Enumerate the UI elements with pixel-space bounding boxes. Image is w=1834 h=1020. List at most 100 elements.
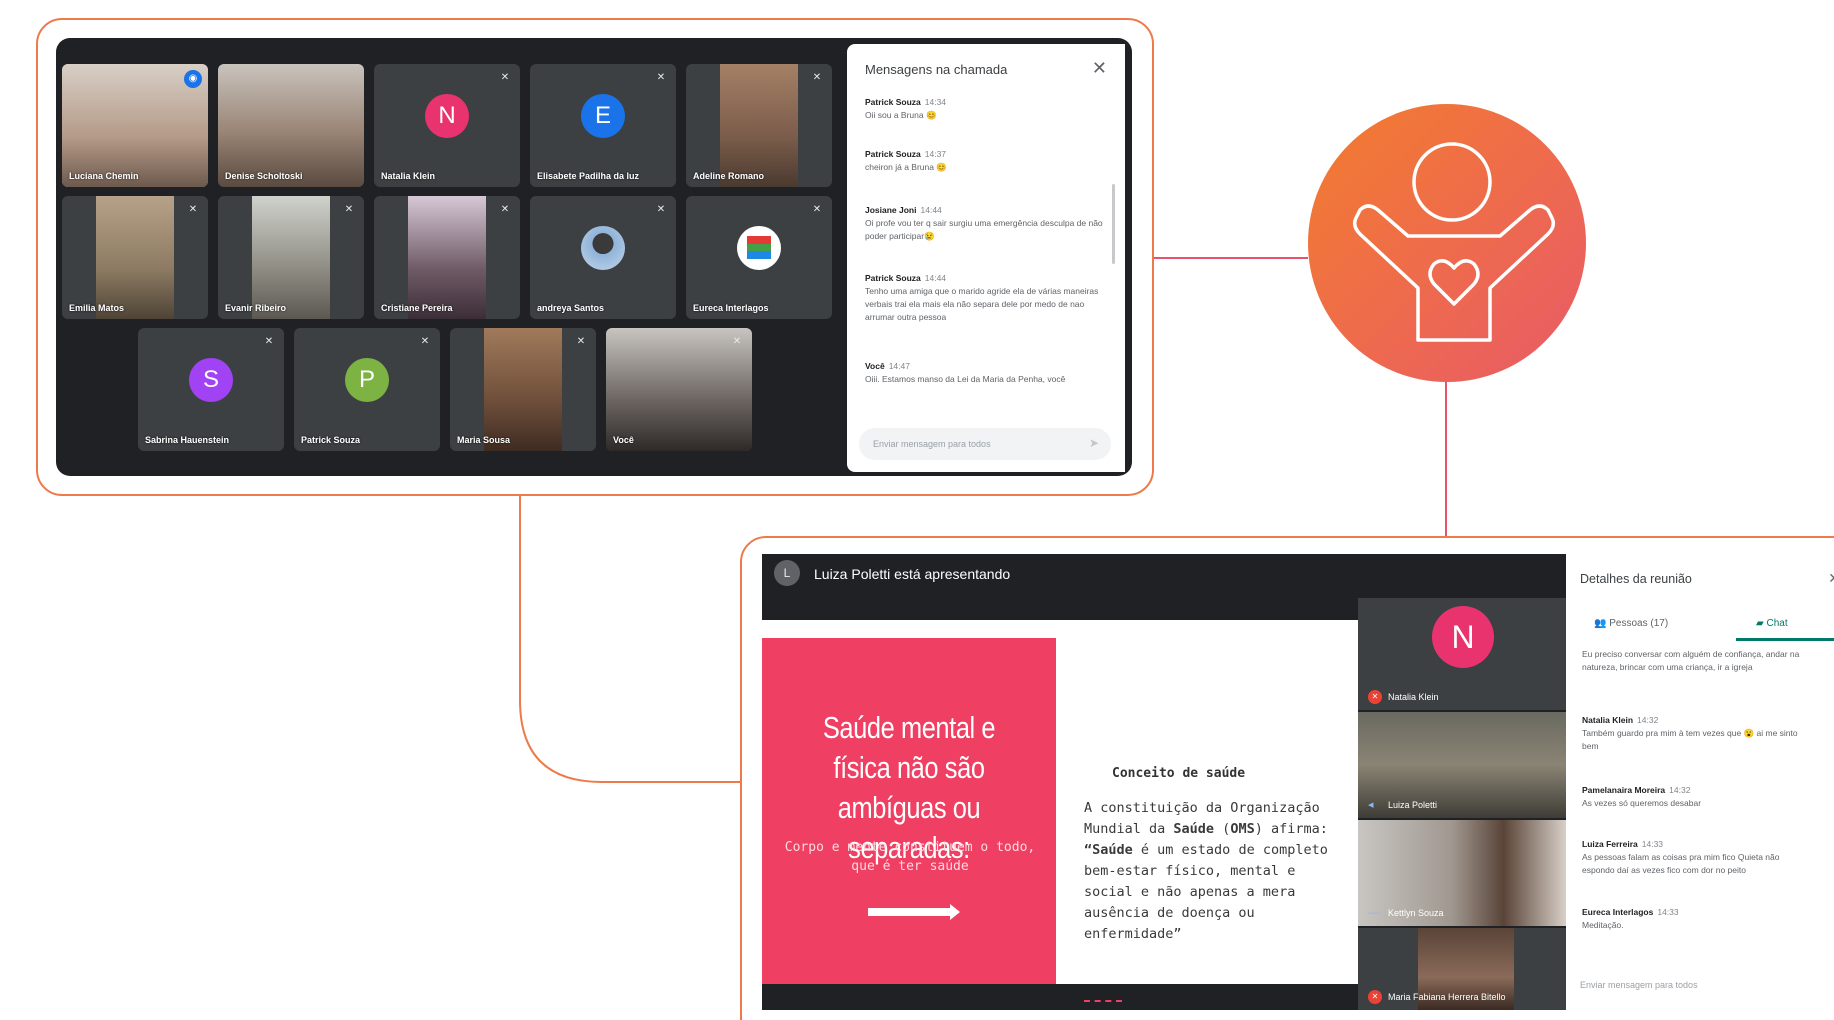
participant-name: Kettlyn Souza	[1388, 908, 1444, 918]
video-feed	[96, 196, 174, 319]
arrow-icon	[868, 904, 960, 920]
close-icon[interactable]: ✕	[1092, 58, 1107, 79]
video-feed	[720, 64, 798, 187]
message-text: As vezes só queremos desabar	[1582, 798, 1702, 808]
chat-message: Patrick Souza 14:44 Tenho uma amiga que o…	[865, 272, 1111, 324]
shared-slide: Saúde mental e física não são ambíguas o…	[762, 620, 1358, 1002]
participant-tile[interactable]: ✕ andreya Santos	[530, 196, 676, 319]
tab-people[interactable]: 👥 Pessoas (17)	[1594, 618, 1668, 629]
body-bold: Saúde	[1173, 821, 1215, 837]
tab-chat[interactable]: ▰ Chat	[1756, 618, 1788, 629]
participant-name: Você	[613, 435, 634, 445]
message-time: 14:32	[1669, 785, 1691, 795]
logo-avatar	[737, 225, 781, 270]
participant-tile[interactable]: ◂ Luiza Poletti	[1358, 712, 1566, 818]
speaking-icon: ◉	[184, 70, 202, 88]
message-text: Tenho uma amiga que o marido agride ela …	[865, 286, 1099, 322]
mic-off-icon: ✕	[656, 204, 666, 215]
participant-name: Sabrina Hauenstein	[145, 435, 230, 445]
participant-tile[interactable]: ✕ Cristiane Pereira	[374, 196, 520, 319]
participant-tile[interactable]: ✕ Maria Sousa	[450, 328, 596, 451]
close-icon[interactable]: ✕	[1828, 570, 1834, 587]
participant-name: Adeline Romano	[693, 171, 765, 181]
message-time: 14:33	[1641, 839, 1664, 849]
slide-heading: Conceito de saúde	[1112, 766, 1246, 781]
in-call-chat-panel: Mensagens na chamada ✕ Patrick Souza 14:3…	[847, 44, 1125, 472]
child-heart-logo	[1308, 104, 1586, 382]
canvas: ◉ Luciana Chemin Denise Scholtoski N ✕ N…	[0, 0, 1834, 1020]
active-tab-indicator	[1736, 638, 1834, 641]
chat-message: Você 14:47 Oiii. Estamos manso da Lei da …	[865, 360, 1111, 386]
slide-divider	[1084, 1000, 1122, 1002]
message-time: 14:37	[924, 149, 947, 159]
message-sender: Eureca Interlagos	[1582, 907, 1654, 917]
participant-tile[interactable]: ◉ Luciana Chemin	[62, 64, 208, 187]
message-time: 14:33	[1657, 907, 1679, 917]
participant-tile[interactable]: ✕ Você	[606, 328, 752, 451]
slide-pink-panel: Saúde mental e física não são ambíguas o…	[762, 638, 1056, 984]
participant-tile[interactable]: Denise Scholtoski	[218, 64, 364, 187]
participant-name: andreya Santos	[537, 303, 605, 313]
tab-label: Chat	[1766, 618, 1788, 629]
message-text: Oii sou a Bruna 😊	[865, 110, 937, 120]
participant-name: Elisabete Padilha da luz	[537, 171, 640, 181]
video-feed	[218, 64, 364, 187]
speaking-icon: ◂	[1368, 799, 1374, 811]
participant-tile[interactable]: ✕ Emilia Matos	[62, 196, 208, 319]
message-text: Oiii. Estamos manso da Lei da Maria da P…	[865, 374, 1066, 384]
mic-off-icon: ✕	[656, 72, 666, 83]
details-title: Detalhes da reunião	[1580, 572, 1692, 586]
participant-tile[interactable]: P ✕ Patrick Souza	[294, 328, 440, 451]
message-sender: Pamelanaira Moreira	[1582, 785, 1666, 795]
message-text: Eu preciso conversar com alguém de confi…	[1582, 649, 1800, 672]
participant-name: Cristiane Pereira	[381, 303, 453, 313]
participant-tile[interactable]: ✕ Evanir Ribeiro	[218, 196, 364, 319]
body-text: ) afirma:	[1254, 821, 1328, 837]
mic-off-icon: ✕	[500, 204, 510, 215]
body-bold: “Saúde	[1084, 842, 1133, 858]
participant-tile[interactable]: S ✕ Sabrina Hauenstein	[138, 328, 284, 451]
message-sender: Patrick Souza	[865, 149, 921, 159]
video-feed	[252, 196, 330, 319]
chat-message: Pamelanaira Moreira 14:32 As vezes só que…	[1582, 784, 1814, 810]
chat-message: Eu preciso conversar com alguém de confi…	[1582, 648, 1814, 674]
message-text: Meditação.	[1582, 920, 1624, 930]
video-feed	[408, 196, 486, 319]
mic-off-icon: ✕	[812, 72, 822, 83]
participant-name: Eureca Interlagos	[693, 303, 769, 313]
body-text: (	[1214, 821, 1231, 837]
participant-tile[interactable]: E ✕ Elisabete Padilha da luz	[530, 64, 676, 187]
avatar	[581, 225, 625, 270]
participant-tile[interactable]: — Kettlyn Souza	[1358, 820, 1566, 926]
participant-name: Denise Scholtoski	[225, 171, 303, 181]
chat-input[interactable]: Enviar mensagem para todos	[859, 428, 1111, 460]
participant-tile[interactable]: N ✕ Natalia Klein	[1358, 598, 1566, 710]
avatar: N	[425, 93, 469, 138]
slide-body: A constituição da Organização Mundial da…	[1084, 798, 1334, 945]
avatar: P	[345, 357, 389, 402]
participant-tile[interactable]: N ✕ Natalia Klein	[374, 64, 520, 187]
slide-subtitle: Corpo e mente constituem o todo, que é t…	[784, 840, 1036, 874]
chat-input[interactable]: Enviar mensagem para todos	[1580, 980, 1698, 990]
message-time: 14:47	[888, 361, 910, 371]
participant-tile[interactable]: ✕ Adeline Romano	[686, 64, 832, 187]
mic-off-icon: ✕	[1368, 690, 1382, 704]
message-sender: Patrick Souza	[865, 273, 921, 283]
mic-off-icon: ✕	[264, 336, 274, 347]
message-sender: Josiane Joni	[865, 205, 917, 215]
child-heart-icon	[1352, 142, 1556, 342]
message-time: 14:32	[1637, 715, 1659, 725]
message-sender: Patrick Souza	[865, 97, 921, 107]
mic-off-icon: ✕	[188, 204, 198, 215]
participant-tile[interactable]: ✕ Maria Fabiana Herrera Bitello	[1358, 928, 1566, 1010]
send-icon[interactable]: ➤	[1089, 436, 1099, 450]
scrollbar[interactable]	[1112, 184, 1115, 264]
avatar: N	[1432, 606, 1494, 668]
participant-name: Natalia Klein	[1388, 692, 1439, 702]
participant-tile[interactable]: ✕ Eureca Interlagos	[686, 196, 832, 319]
chat-message: Natalia Klein 14:32 Também guardo pra mim…	[1582, 714, 1814, 753]
mic-off-icon: ✕	[1368, 990, 1382, 1004]
participant-name: Emilia Matos	[69, 303, 125, 313]
message-text: Também guardo pra mim à tem vezes que 😮 …	[1582, 728, 1798, 751]
participant-name: Luiza Poletti	[1388, 800, 1438, 810]
